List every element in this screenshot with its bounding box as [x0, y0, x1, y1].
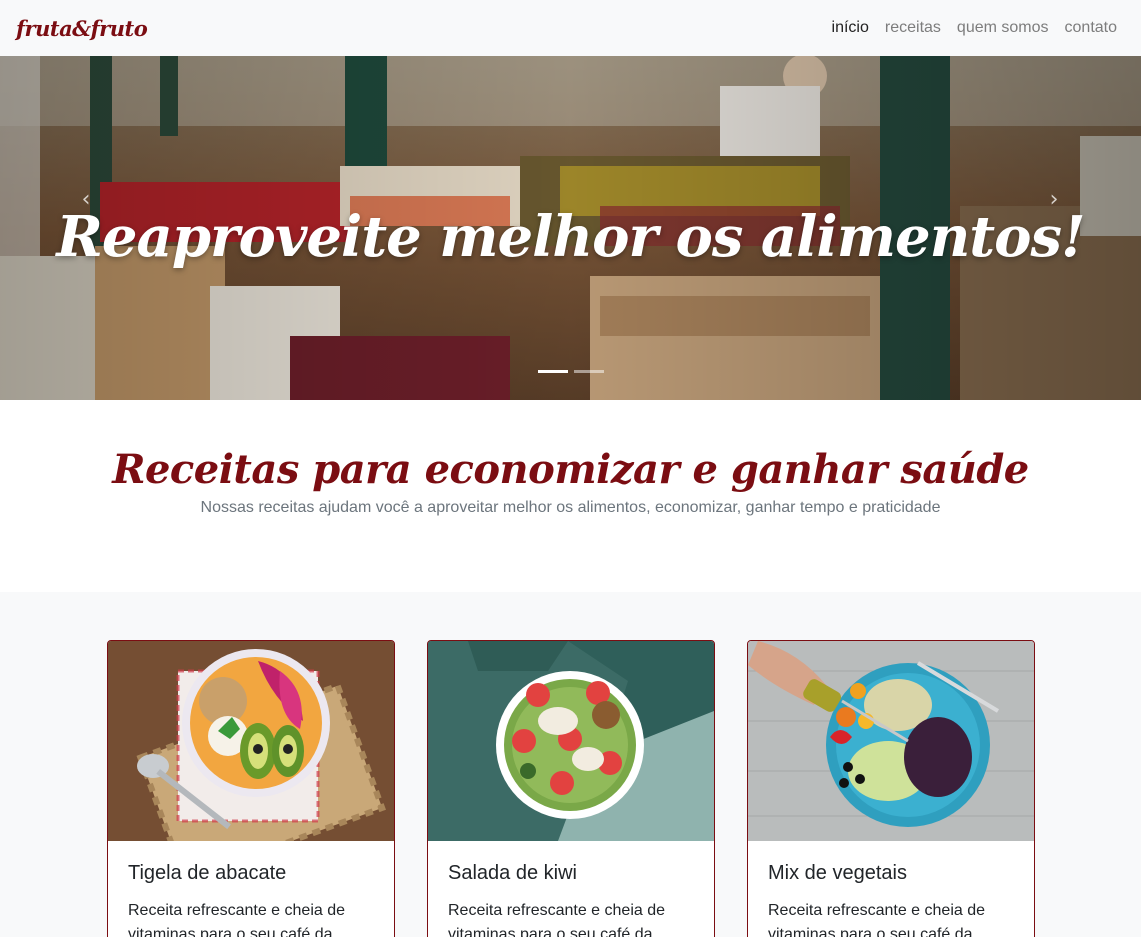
section-subtitle: Nossas receitas ajudam você a aproveitar…: [200, 499, 941, 516]
card-text: Receita refrescante e cheia de vitaminas…: [768, 902, 986, 937]
recipe-card[interactable]: Tigela de abacate Receita refrescante e …: [107, 640, 395, 937]
recipe-card[interactable]: Salada de kiwi Receita refrescante e che…: [427, 640, 715, 937]
brand-logo[interactable]: fruta&fruto: [16, 16, 148, 41]
hero-carousel: Reaproveite melhor os alimentos! ‹ ›: [0, 56, 1141, 400]
vegetable-mix-photo: [748, 641, 1034, 841]
card-title: Tigela de abacate: [128, 862, 287, 884]
recipe-card[interactable]: Mix de vegetais Receita refrescante e ch…: [747, 640, 1035, 937]
avocado-bowl-photo: [108, 641, 394, 841]
nav-link-receitas[interactable]: receitas: [885, 19, 941, 37]
card-text: Receita refrescante e cheia de vitaminas…: [128, 902, 346, 937]
nav-links: início receitas quem somos contato: [832, 19, 1117, 37]
nav-link-quem-somos[interactable]: quem somos: [957, 19, 1049, 37]
card-title: Salada de kiwi: [448, 862, 577, 884]
recipes-section: Tigela de abacate Receita refrescante e …: [0, 592, 1141, 937]
carousel-indicator-1[interactable]: [538, 370, 568, 373]
carousel-indicators: [538, 370, 604, 373]
kiwi-salad-photo: [428, 641, 714, 841]
intro-section: Receitas para economizar e ganhar saúde …: [0, 400, 1141, 592]
chevron-left-icon[interactable]: ‹: [74, 188, 98, 212]
carousel-indicator-2[interactable]: [574, 370, 604, 373]
nav-link-inicio[interactable]: início: [832, 19, 869, 37]
section-title: Receitas para economizar e ganhar saúde: [112, 446, 1029, 493]
navbar: fruta&fruto início receitas quem somos c…: [0, 0, 1141, 56]
card-title: Mix de vegetais: [768, 862, 907, 884]
carousel-caption: Reaproveite melhor os alimentos!: [56, 204, 1085, 270]
card-text: Receita refrescante e cheia de vitaminas…: [448, 902, 666, 937]
nav-link-contato[interactable]: contato: [1065, 19, 1117, 37]
chevron-right-icon[interactable]: ›: [1042, 188, 1066, 212]
